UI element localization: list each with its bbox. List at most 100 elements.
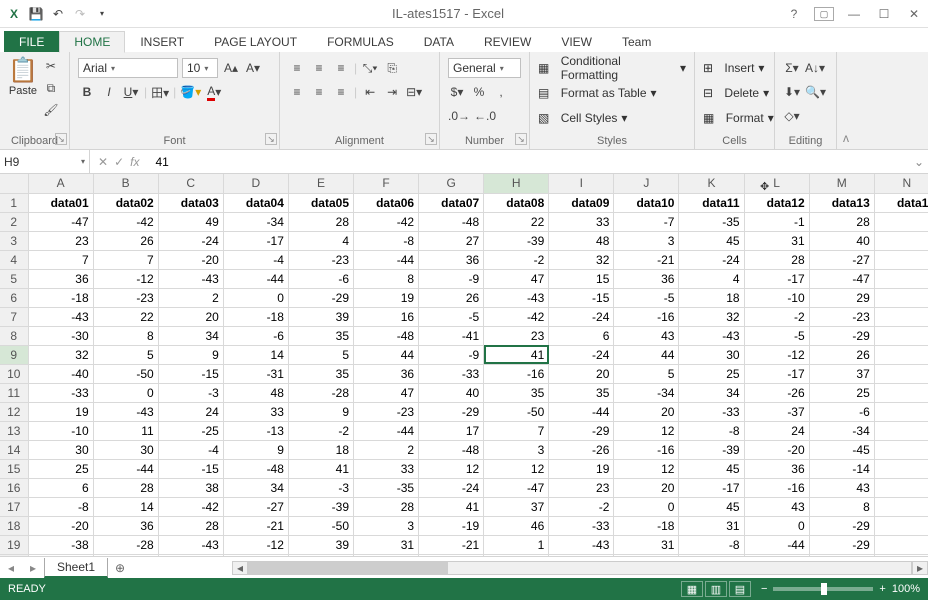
cell[interactable]: 35 (288, 364, 353, 383)
cell[interactable]: -13 (223, 421, 288, 440)
cell[interactable]: 1 (484, 535, 549, 554)
cell[interactable] (874, 231, 928, 250)
cell[interactable]: -23 (93, 288, 158, 307)
cell[interactable]: -8 (28, 497, 93, 516)
cell[interactable]: 26 (93, 231, 158, 250)
cell[interactable]: 3 (354, 516, 419, 535)
cell[interactable]: -16 (614, 440, 679, 459)
cell[interactable]: -8 (354, 231, 419, 250)
cell[interactable]: data13 (809, 193, 874, 212)
cell[interactable]: -42 (93, 212, 158, 231)
cell[interactable]: -28 (288, 383, 353, 402)
cell[interactable]: 36 (93, 516, 158, 535)
cell[interactable]: -16 (484, 364, 549, 383)
cell[interactable] (874, 364, 928, 383)
cell[interactable]: -34 (809, 421, 874, 440)
cell[interactable]: -24 (158, 231, 223, 250)
cell[interactable]: 36 (419, 250, 484, 269)
cell[interactable]: 33 (354, 459, 419, 478)
cell[interactable]: -27 (809, 250, 874, 269)
cell[interactable]: 6 (28, 478, 93, 497)
help-icon[interactable]: ? (784, 7, 804, 21)
cell[interactable] (874, 421, 928, 440)
cell[interactable] (874, 326, 928, 345)
cell[interactable]: data07 (419, 193, 484, 212)
cell[interactable]: 17 (419, 421, 484, 440)
zoom-slider[interactable] (773, 587, 873, 591)
cell[interactable]: 43 (744, 497, 809, 516)
cell[interactable]: -39 (679, 440, 744, 459)
cell[interactable]: 7 (484, 421, 549, 440)
cell[interactable]: -2 (744, 307, 809, 326)
cell[interactable]: data02 (93, 193, 158, 212)
cell[interactable]: 30 (93, 440, 158, 459)
cell[interactable]: 23 (28, 231, 93, 250)
cell[interactable]: 35 (288, 326, 353, 345)
cell[interactable]: 20 (549, 364, 614, 383)
cell[interactable]: 26 (419, 288, 484, 307)
fill-icon[interactable]: ⬇▾ (783, 82, 801, 102)
cell[interactable]: -50 (288, 516, 353, 535)
cell[interactable]: 45 (679, 459, 744, 478)
cell[interactable]: 36 (744, 459, 809, 478)
cell[interactable]: -25 (158, 421, 223, 440)
cell[interactable]: -43 (679, 326, 744, 345)
cell[interactable]: 4 (679, 269, 744, 288)
cell[interactable]: 26 (614, 554, 679, 556)
cell[interactable]: -8 (679, 535, 744, 554)
cell[interactable]: 20 (158, 307, 223, 326)
cell[interactable]: -14 (809, 459, 874, 478)
cell[interactable]: -2 (288, 421, 353, 440)
cell[interactable]: 5 (93, 345, 158, 364)
cell[interactable]: -33 (549, 516, 614, 535)
cell[interactable] (874, 478, 928, 497)
merge-icon[interactable]: ⊟▾ (405, 82, 423, 102)
cell[interactable]: 25 (28, 459, 93, 478)
cell[interactable]: data09 (549, 193, 614, 212)
row-header[interactable]: 4 (0, 250, 28, 269)
cell[interactable]: 43 (614, 326, 679, 345)
cell[interactable]: -10 (28, 421, 93, 440)
cell[interactable] (874, 212, 928, 231)
cell[interactable]: 36 (28, 269, 93, 288)
cell[interactable]: 6 (549, 326, 614, 345)
cell[interactable]: -47 (809, 269, 874, 288)
cell[interactable]: -33 (419, 364, 484, 383)
cell[interactable]: 32 (549, 250, 614, 269)
select-all-corner[interactable] (0, 174, 28, 193)
cell-styles-button[interactable]: ▧ Cell Styles▾ (538, 106, 686, 130)
cell[interactable]: -48 (223, 459, 288, 478)
close-icon[interactable]: ✕ (904, 7, 924, 21)
cell[interactable]: -8 (679, 421, 744, 440)
cell[interactable]: 16 (354, 307, 419, 326)
cell[interactable]: -43 (93, 402, 158, 421)
cut-icon[interactable]: ✂ (42, 56, 60, 76)
align-bottom-icon[interactable]: ≡ (332, 58, 350, 78)
cell[interactable]: -38 (28, 535, 93, 554)
cell[interactable]: data03 (158, 193, 223, 212)
cell[interactable]: 40 (419, 383, 484, 402)
cell[interactable]: -5 (614, 288, 679, 307)
zoom-level[interactable]: 100% (892, 583, 920, 595)
cell[interactable]: -19 (419, 516, 484, 535)
format-cells-button[interactable]: ▦ Format▾ (703, 106, 766, 130)
find-select-icon[interactable]: 🔍▾ (805, 82, 826, 102)
cell[interactable]: 9 (288, 402, 353, 421)
cell[interactable]: 48 (549, 231, 614, 250)
cell[interactable]: 40 (809, 231, 874, 250)
cell[interactable]: data05 (288, 193, 353, 212)
cell[interactable]: 35 (549, 383, 614, 402)
hscroll-track[interactable] (248, 561, 912, 575)
row-header[interactable]: 16 (0, 478, 28, 497)
cell[interactable]: 36 (614, 269, 679, 288)
row-header[interactable]: 10 (0, 364, 28, 383)
cell[interactable]: 20 (614, 478, 679, 497)
name-box[interactable]: H9▾ (0, 150, 90, 173)
cell[interactable]: -44 (223, 269, 288, 288)
cell[interactable]: -21 (419, 535, 484, 554)
cell[interactable]: -35 (679, 212, 744, 231)
cell[interactable]: 3 (614, 231, 679, 250)
row-header[interactable]: 14 (0, 440, 28, 459)
cell[interactable]: 28 (158, 516, 223, 535)
cell[interactable] (874, 307, 928, 326)
